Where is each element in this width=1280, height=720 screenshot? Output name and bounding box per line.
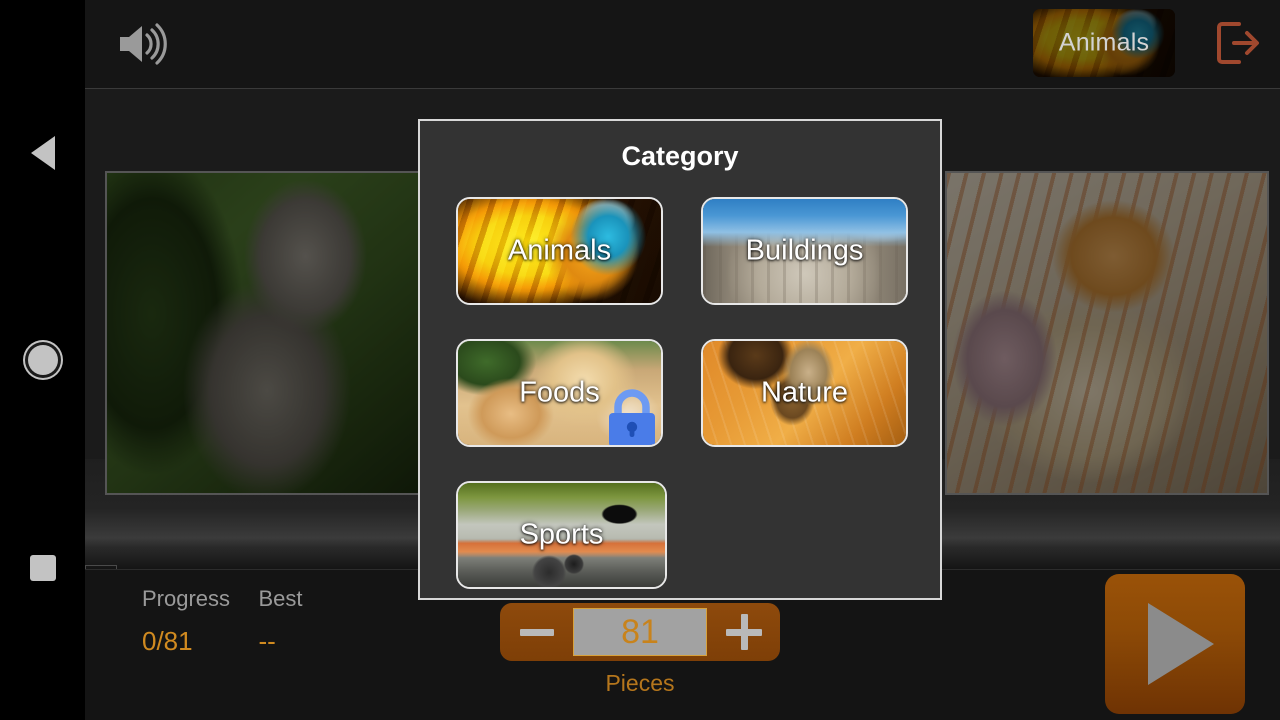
home-circle-icon bbox=[27, 345, 58, 375]
speaker-on-icon bbox=[120, 23, 167, 65]
category-row: Foods Nature bbox=[456, 339, 908, 447]
category-card-label: Buildings bbox=[745, 234, 864, 267]
current-category-label: Animals bbox=[1058, 28, 1150, 57]
category-card-label: Sports bbox=[519, 518, 604, 551]
gallery-item-shells[interactable] bbox=[945, 171, 1269, 495]
category-card-label: Nature bbox=[760, 376, 849, 409]
category-card-foods[interactable]: Foods bbox=[456, 339, 663, 447]
best-value: -- bbox=[258, 626, 276, 656]
progress-value: 0/81 bbox=[142, 626, 193, 656]
minus-icon bbox=[519, 628, 554, 636]
play-button[interactable] bbox=[1105, 574, 1245, 714]
gallery-dim-overlay bbox=[107, 173, 427, 493]
play-triangle-icon bbox=[1148, 603, 1214, 685]
stats-group: Progress 0/81 Best -- bbox=[142, 586, 378, 658]
category-row: Animals Buildings bbox=[456, 197, 908, 305]
lock-icon bbox=[609, 389, 655, 445]
dialog-title: Category bbox=[621, 141, 739, 171]
gallery-item-kitten[interactable] bbox=[105, 171, 429, 495]
best-label: Best bbox=[258, 586, 303, 611]
progress-stat: Progress 0/81 bbox=[142, 586, 254, 658]
best-stat: Best -- bbox=[258, 586, 378, 658]
puzzle-app: Animals Progress 0/81 Best -- 81 Pieces … bbox=[85, 0, 1280, 720]
back-button[interactable] bbox=[0, 118, 85, 188]
app-screen: Animals Progress 0/81 Best -- 81 Pieces … bbox=[0, 0, 1280, 720]
gallery-dim-overlay bbox=[947, 173, 1267, 493]
category-grid: Animals Buildings Foods Nature Sports bbox=[456, 197, 908, 623]
category-card-buildings[interactable]: Buildings bbox=[701, 197, 908, 305]
system-navigation-bar bbox=[0, 0, 85, 720]
recent-square-icon bbox=[29, 555, 56, 581]
top-bar: Animals bbox=[85, 0, 1280, 89]
exit-arrow-icon bbox=[1217, 22, 1259, 64]
progress-label: Progress bbox=[142, 586, 231, 611]
current-category-chip[interactable]: Animals bbox=[1033, 9, 1175, 77]
recent-apps-button[interactable] bbox=[0, 533, 85, 603]
category-card-animals[interactable]: Animals bbox=[456, 197, 663, 305]
category-card-sports[interactable]: Sports bbox=[456, 481, 667, 589]
category-card-label: Animals bbox=[507, 234, 612, 267]
exit-button[interactable] bbox=[1207, 14, 1267, 72]
pieces-caption: Pieces bbox=[605, 670, 675, 696]
home-button[interactable] bbox=[0, 325, 85, 395]
category-row: Sports bbox=[456, 481, 908, 589]
category-card-nature[interactable]: Nature bbox=[701, 339, 908, 447]
category-dialog: Category Animals Buildings Foods Nature … bbox=[418, 119, 942, 600]
sound-toggle-button[interactable] bbox=[107, 12, 179, 76]
back-triangle-icon bbox=[30, 136, 55, 170]
